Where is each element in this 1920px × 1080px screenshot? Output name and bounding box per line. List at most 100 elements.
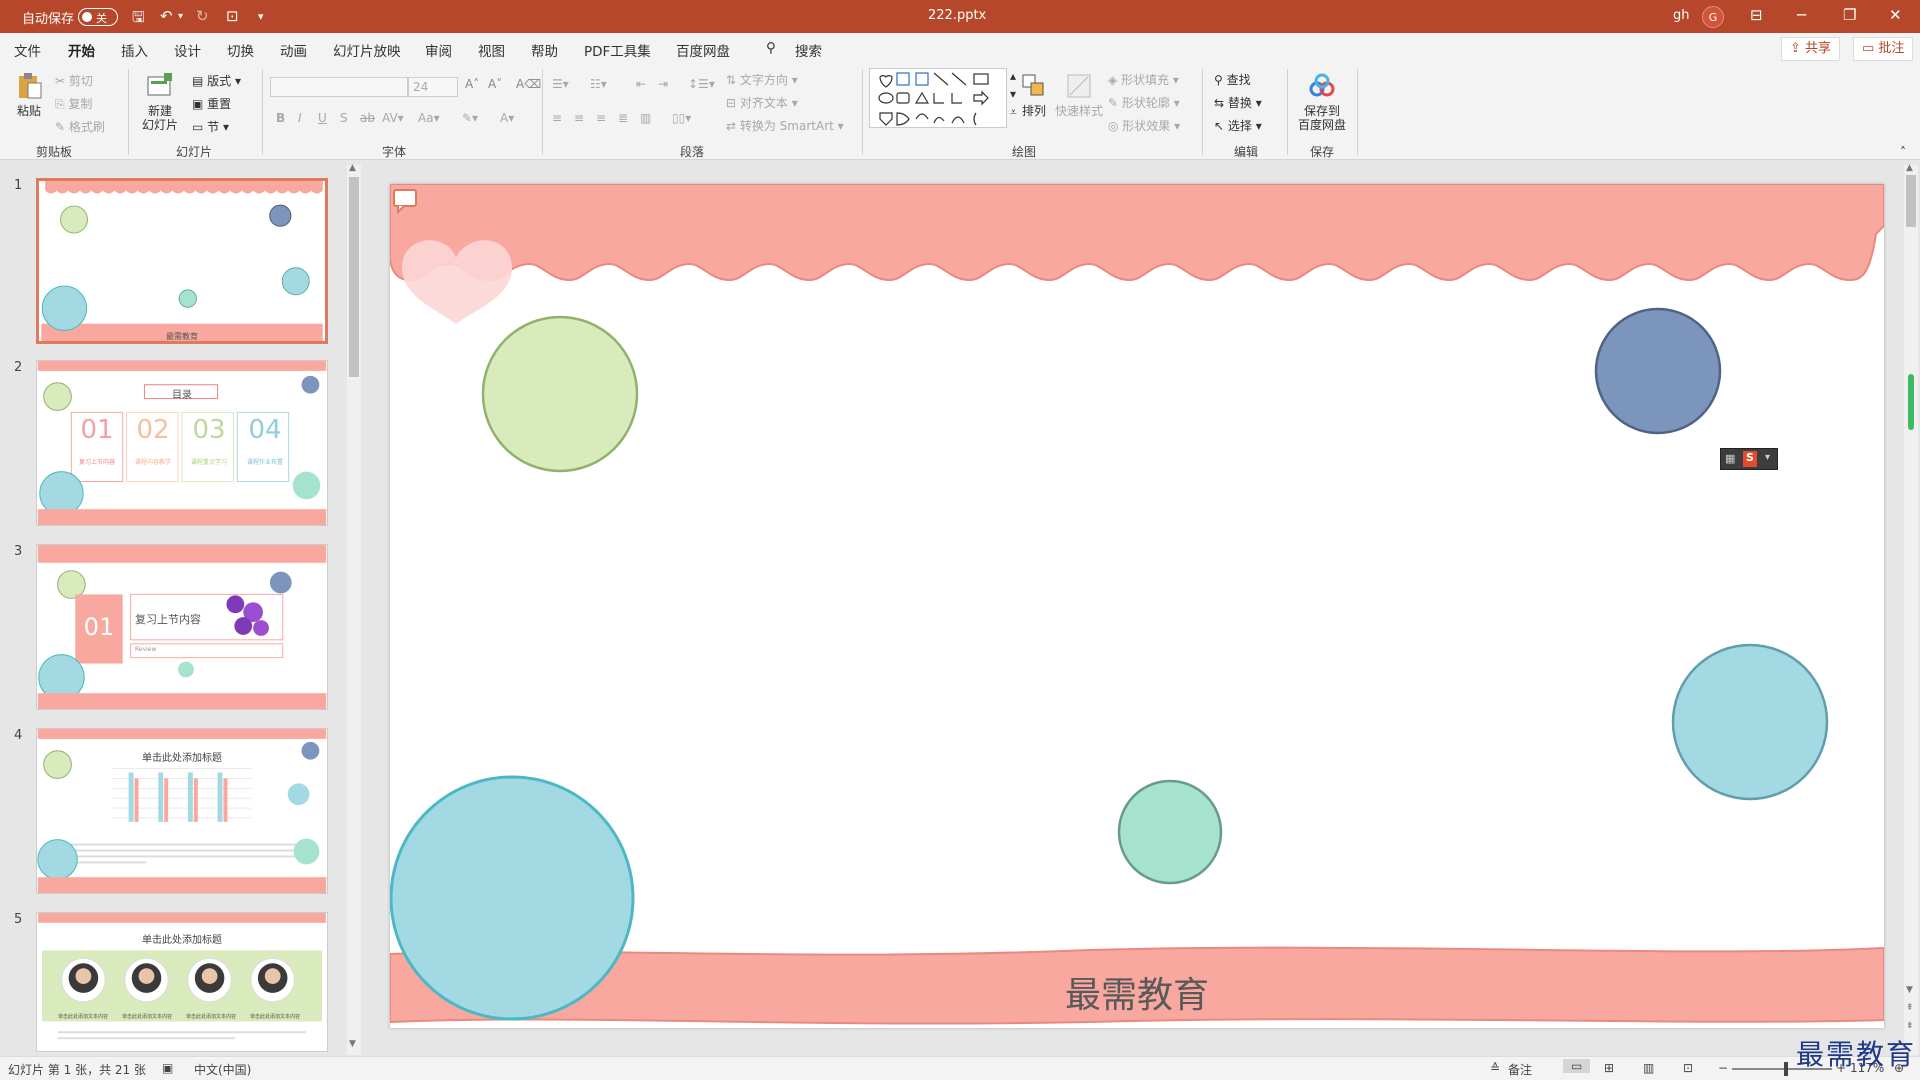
layout-button[interactable]: ▤ 版式 ▾ (192, 72, 241, 89)
tab-help[interactable]: 帮助 (531, 40, 558, 60)
tab-design[interactable]: 设计 (174, 40, 201, 60)
replace-button[interactable]: ⇆ 替换 ▾ (1214, 94, 1262, 111)
undo-dropdown-icon[interactable]: ▾ (178, 11, 183, 22)
next-slide-icon[interactable]: ⇟ (1906, 1021, 1914, 1031)
columns-icon[interactable]: ▯▯▾ (672, 111, 691, 125)
search-icon[interactable]: ⚲ (766, 40, 776, 56)
zoom-out-icon[interactable]: − (1718, 1061, 1728, 1075)
line-spacing-icon[interactable]: ↕☰▾ (688, 77, 715, 91)
align-left-icon[interactable]: ≡ (552, 111, 562, 125)
cut-button[interactable]: ✂ 剪切 (55, 72, 93, 89)
italic-icon[interactable]: I (298, 111, 302, 125)
thumbnail-scrollbar[interactable]: ▲ ▼ (347, 163, 361, 1055)
tab-file[interactable]: 文件 (14, 40, 41, 60)
tab-baidu-netdisk[interactable]: 百度网盘 (676, 40, 730, 60)
keyboard-icon[interactable]: ▦ (1725, 452, 1735, 465)
slide-sorter-icon[interactable]: ⊞ (1604, 1061, 1614, 1075)
tab-animations[interactable]: 动画 (280, 40, 307, 60)
scroll-down-icon[interactable]: ▼ (349, 1039, 356, 1049)
shape-effect-button[interactable]: ◎ 形状效果 ▾ (1108, 117, 1180, 134)
align-right-icon[interactable]: ≡ (596, 111, 606, 125)
smartart-button[interactable]: ⇄ 转换为 SmartArt ▾ (726, 117, 844, 134)
tab-home[interactable]: 开始 (68, 40, 95, 66)
select-button[interactable]: ↖ 选择 ▾ (1214, 117, 1262, 134)
strikethrough-icon[interactable]: ab (360, 111, 375, 125)
shapes-gallery[interactable] (869, 68, 1007, 128)
char-spacing-icon[interactable]: AV▾ (382, 111, 404, 125)
collapse-ribbon-icon[interactable]: ˄ (1900, 145, 1906, 159)
font-color-icon[interactable]: A▾ (500, 111, 514, 125)
present-icon[interactable]: ⊡ (226, 7, 239, 25)
slide-thumbnail-2[interactable]: 目录 01 02 03 04 复习上节内容 课程内容教学 课程重点学习 课程作业… (36, 360, 328, 526)
quick-styles-button[interactable]: 快速样式 (1054, 71, 1104, 118)
justify-icon[interactable]: ≣ (618, 111, 628, 125)
customize-qat-icon[interactable]: ▾ (258, 10, 264, 23)
format-painter-button[interactable]: ✎ 格式刷 (55, 118, 105, 135)
current-slide[interactable]: 最需教育 (390, 184, 1884, 1028)
increase-font-icon[interactable]: A˄ (465, 77, 479, 91)
scrollbar-thumb[interactable] (349, 177, 359, 377)
slide-thumbnail-3[interactable]: 01 复习上节内容 Review (36, 544, 328, 710)
slideshow-icon[interactable]: ⊡ (1683, 1061, 1693, 1075)
underline-icon[interactable]: U (318, 111, 327, 125)
numbering-icon[interactable]: ☷▾ (590, 77, 607, 91)
bullets-icon[interactable]: ☰▾ (552, 77, 569, 91)
paste-button[interactable]: 粘贴 (12, 71, 46, 118)
ribbon-display-icon[interactable]: ⊟ (1750, 6, 1763, 24)
increase-indent-icon[interactable]: ⇥ (658, 77, 668, 91)
slide-thumbnail-4[interactable]: 单击此处添加标题 (36, 728, 328, 894)
notes-button[interactable]: 备注 (1508, 1061, 1532, 1078)
close-icon[interactable]: ✕ (1889, 6, 1902, 24)
shadow-icon[interactable]: S (340, 111, 348, 125)
language-indicator[interactable]: 中文(中国) (194, 1061, 251, 1078)
search-label[interactable]: 搜索 (795, 40, 822, 60)
ime-menu-icon[interactable]: ▾ (1765, 452, 1770, 463)
font-size-select[interactable]: 24 (408, 77, 458, 97)
text-direction-button[interactable]: ⇅ 文字方向 ▾ (726, 71, 798, 88)
comment-button[interactable]: ▭ 批注 (1853, 37, 1914, 61)
shapes-more-icon[interactable]: ⩡ (1010, 105, 1017, 120)
spellcheck-icon[interactable]: ▣ (162, 1061, 173, 1075)
align-center-icon[interactable]: ≡ (574, 111, 584, 125)
distribute-icon[interactable]: ▥ (640, 111, 651, 125)
arrange-button[interactable]: 排列 (1018, 71, 1050, 118)
tab-view[interactable]: 视图 (478, 40, 505, 60)
section-button[interactable]: ▭ 节 ▾ (192, 118, 229, 135)
reset-button[interactable]: ▣ 重置 (192, 95, 231, 112)
prev-slide-icon[interactable]: ⇞ (1906, 1003, 1914, 1013)
avatar[interactable]: G (1702, 6, 1724, 28)
save-to-baidu-button[interactable]: 保存到 百度网盘 (1295, 71, 1349, 132)
new-slide-button[interactable]: 新建 幻灯片 (138, 71, 182, 132)
restore-icon[interactable]: ❐ (1843, 6, 1856, 24)
scrollbar-thumb[interactable] (1906, 175, 1916, 227)
find-button[interactable]: ⚲ 查找 (1214, 71, 1251, 88)
sogou-icon[interactable]: S (1743, 451, 1757, 467)
shapes-scroll-down-icon[interactable]: ▾ (1010, 87, 1016, 101)
shapes-scroll-up-icon[interactable]: ▴ (1010, 69, 1016, 83)
scroll-up-icon[interactable]: ▲ (349, 163, 356, 173)
bold-icon[interactable]: B (276, 111, 285, 125)
change-case-icon[interactable]: Aa▾ (418, 111, 440, 125)
minimize-icon[interactable]: ─ (1797, 6, 1806, 24)
normal-view-icon[interactable]: ▭ (1563, 1059, 1591, 1073)
shape-outline-button[interactable]: ✎ 形状轮廓 ▾ (1108, 94, 1180, 111)
redo-icon[interactable]: ↻ (196, 7, 209, 25)
slide-thumbnail-1[interactable]: 最需教育 (36, 178, 328, 344)
share-button[interactable]: ⇪ 共享 (1781, 37, 1841, 61)
tab-insert[interactable]: 插入 (121, 40, 148, 60)
highlight-icon[interactable]: ✎▾ (462, 111, 478, 125)
tab-transitions[interactable]: 切换 (227, 40, 254, 60)
tab-review[interactable]: 审阅 (425, 40, 452, 60)
reading-view-icon[interactable]: ▥ (1643, 1061, 1654, 1075)
save-icon[interactable]: 🖫 (132, 7, 145, 32)
clear-format-icon[interactable]: A⌫ (516, 77, 541, 91)
autosave-toggle[interactable]: 关 (78, 8, 118, 26)
zoom-slider-handle[interactable] (1784, 1062, 1788, 1076)
font-family-select[interactable] (270, 77, 408, 97)
tab-pdf-tools[interactable]: PDF工具集 (584, 40, 651, 60)
copy-button[interactable]: ⎘ 复制 (55, 95, 92, 112)
ime-toolbar[interactable]: ▦ S ▾ (1720, 448, 1778, 470)
notes-icon[interactable]: ≙ (1490, 1061, 1500, 1075)
slide-scrollbar[interactable]: ▲ ▼ ⇞ ⇟ (1904, 163, 1918, 1055)
scroll-down-icon[interactable]: ▼ (1906, 985, 1913, 995)
